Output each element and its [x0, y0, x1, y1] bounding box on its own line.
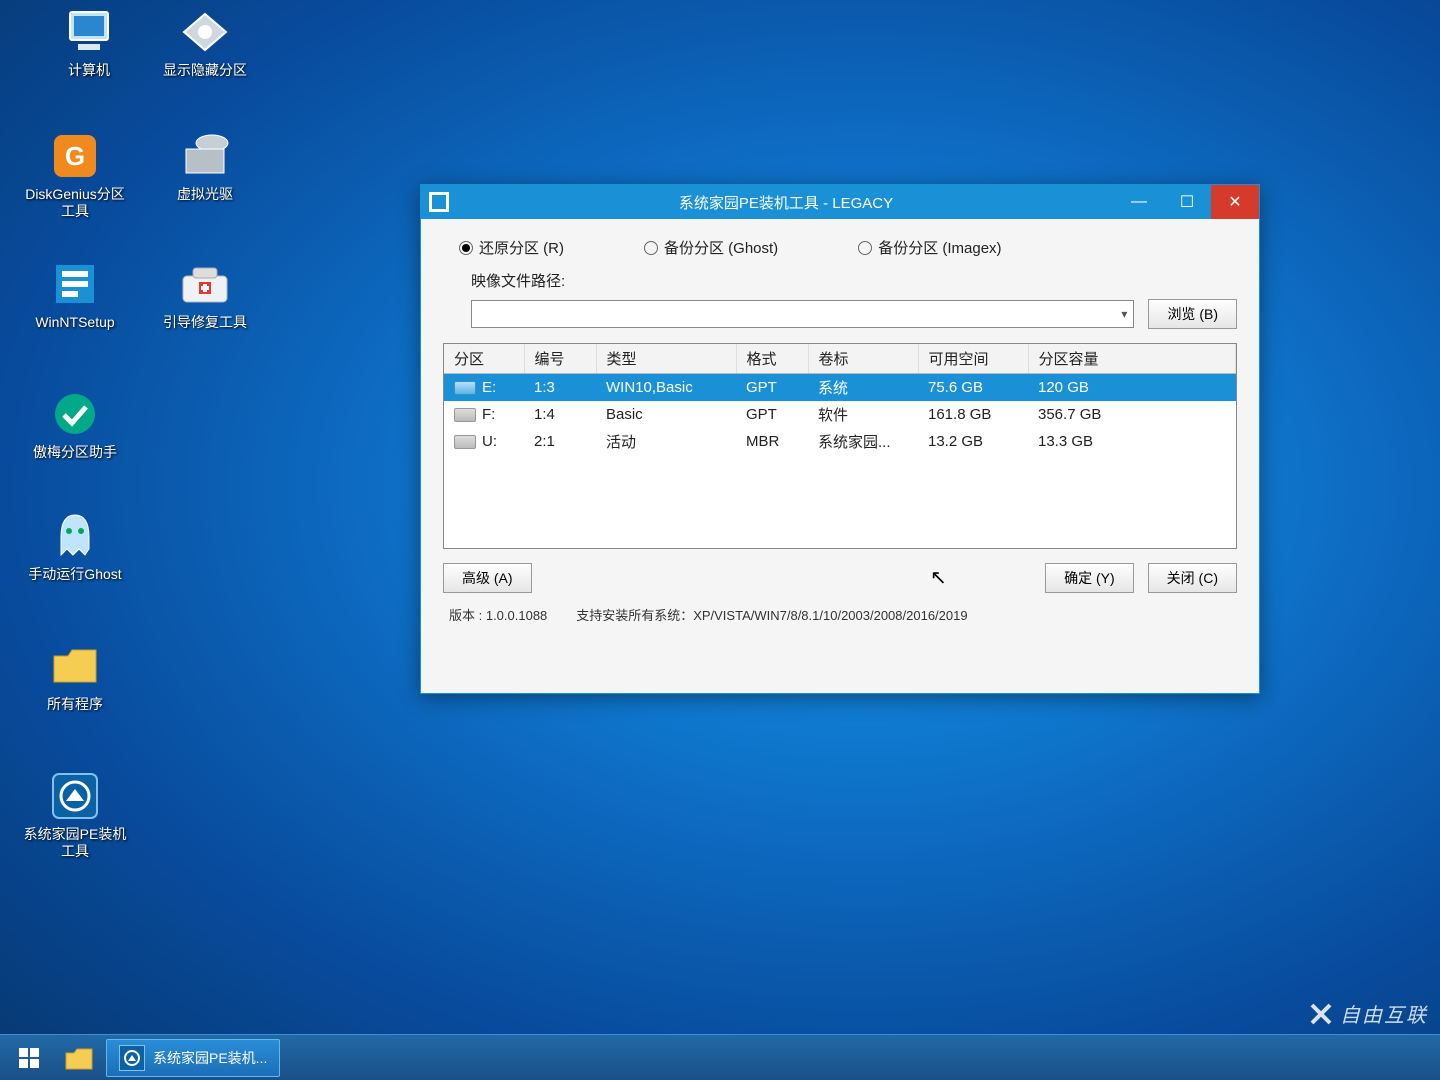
advanced-button[interactable]: 高级 (A) — [443, 563, 532, 593]
setup-icon — [52, 261, 98, 307]
desktop-icon-label: 显示隐藏分区 — [163, 62, 247, 79]
desktop-icon-computer[interactable]: 计算机 — [34, 6, 144, 79]
desktop-icon-virtual-cd[interactable]: 虚拟光驱 — [150, 130, 260, 203]
diskgenius-icon: G — [50, 131, 100, 181]
minimize-button[interactable]: — — [1115, 185, 1163, 219]
windows-icon — [17, 1046, 41, 1070]
maximize-button[interactable]: ☐ — [1163, 185, 1211, 219]
desktop-icon-label: 手动运行Ghost — [28, 566, 121, 583]
desktop-icon-aomei[interactable]: 傲梅分区助手 — [20, 388, 130, 461]
watermark: 自由互联 — [1308, 999, 1428, 1028]
folder-icon — [50, 644, 100, 688]
taskbar[interactable]: 系统家园PE装机... — [0, 1034, 1440, 1080]
version-label: 版本 : 1.0.0.1088 — [449, 608, 547, 623]
image-path-dropdown[interactable]: ▾ — [471, 300, 1134, 328]
ok-button[interactable]: 确定 (Y) — [1045, 563, 1134, 593]
pe-tool-icon — [119, 1045, 145, 1071]
ghost-icon — [53, 511, 97, 561]
desktop-icon-label: DiskGenius分区工具 — [20, 186, 130, 220]
col-format[interactable]: 格式 — [736, 344, 808, 374]
col-free[interactable]: 可用空间 — [918, 344, 1028, 374]
support-label: 支持安装所有系统：XP/VISTA/WIN7/8/8.1/10/2003/200… — [576, 608, 967, 623]
desktop-icon-label: 引导修复工具 — [163, 314, 247, 331]
titlebar[interactable]: 系统家园PE装机工具 - LEGACY — ☐ ✕ — [421, 185, 1259, 219]
installer-window: 系统家园PE装机工具 - LEGACY — ☐ ✕ 还原分区 (R) 备份分区 … — [420, 184, 1260, 694]
image-path-label: 映像文件路径: — [471, 270, 565, 291]
desktop-icon-ghost[interactable]: 手动运行Ghost — [20, 510, 130, 583]
cd-drive-icon — [180, 131, 230, 181]
taskbar-app-pe-tool[interactable]: 系统家园PE装机... — [106, 1039, 280, 1077]
desktop-icon-show-hidden[interactable]: 显示隐藏分区 — [150, 6, 260, 79]
taskbar-explorer[interactable] — [56, 1039, 102, 1077]
desktop-icon-label: WinNTSetup — [35, 314, 114, 331]
desktop-icon-label: 系统家园PE装机 工具 — [20, 826, 130, 860]
backup-ghost-radio[interactable]: 备份分区 (Ghost) — [644, 237, 778, 258]
cursor-icon: ↖ — [930, 565, 947, 590]
toolbox-icon — [179, 262, 231, 306]
desktop-icon-winntsetup[interactable]: WinNTSetup — [20, 258, 130, 331]
window-title: 系统家园PE装机工具 - LEGACY — [457, 192, 1115, 213]
col-partition[interactable]: 分区 — [444, 344, 524, 374]
aomei-icon — [52, 391, 98, 437]
table-row[interactable]: F: 1:4 Basic GPT 软件 161.8 GB 356.7 GB — [444, 401, 1236, 428]
drive-icon — [454, 408, 476, 422]
table-row[interactable]: U: 2:1 活动 MBR 系统家园... 13.2 GB 13.3 GB — [444, 428, 1236, 455]
partition-table[interactable]: 分区 编号 类型 格式 卷标 可用空间 分区容量 E: 1:3 WIN10,Ba… — [443, 343, 1237, 549]
svg-text:G: G — [65, 141, 85, 171]
x-icon — [1308, 1001, 1334, 1027]
app-icon — [429, 192, 449, 212]
col-type[interactable]: 类型 — [596, 344, 736, 374]
folder-icon — [64, 1045, 94, 1071]
col-size[interactable]: 分区容量 — [1028, 344, 1236, 374]
drive-icon — [454, 381, 476, 395]
backup-imagex-radio[interactable]: 备份分区 (Imagex) — [858, 237, 1001, 258]
desktop-icon-label: 傲梅分区助手 — [33, 444, 117, 461]
start-button[interactable] — [6, 1039, 52, 1077]
diamond-icon — [180, 10, 230, 54]
cancel-button[interactable]: 关闭 (C) — [1148, 563, 1237, 593]
desktop-icon-pe-tool[interactable]: 系统家园PE装机 工具 — [20, 770, 130, 860]
desktop-icon-label: 所有程序 — [47, 696, 103, 713]
desktop-icon-label: 虚拟光驱 — [177, 186, 233, 203]
taskbar-app-label: 系统家园PE装机... — [153, 1048, 267, 1068]
restore-partition-radio[interactable]: 还原分区 (R) — [459, 237, 564, 258]
browse-button[interactable]: 浏览 (B) — [1148, 299, 1237, 329]
computer-icon — [64, 10, 114, 54]
desktop-icon-all-programs[interactable]: 所有程序 — [20, 640, 130, 713]
col-number[interactable]: 编号 — [524, 344, 596, 374]
desktop-icon-label: 计算机 — [68, 62, 110, 79]
table-row[interactable]: E: 1:3 WIN10,Basic GPT 系统 75.6 GB 120 GB — [444, 374, 1236, 402]
pe-tool-icon — [50, 771, 100, 821]
desktop-icon-boot-repair[interactable]: 引导修复工具 — [150, 258, 260, 331]
col-label[interactable]: 卷标 — [808, 344, 918, 374]
close-button[interactable]: ✕ — [1211, 185, 1259, 219]
desktop-icon-diskgenius[interactable]: G DiskGenius分区工具 — [20, 130, 130, 220]
drive-icon — [454, 435, 476, 449]
chevron-down-icon: ▾ — [1121, 307, 1127, 321]
